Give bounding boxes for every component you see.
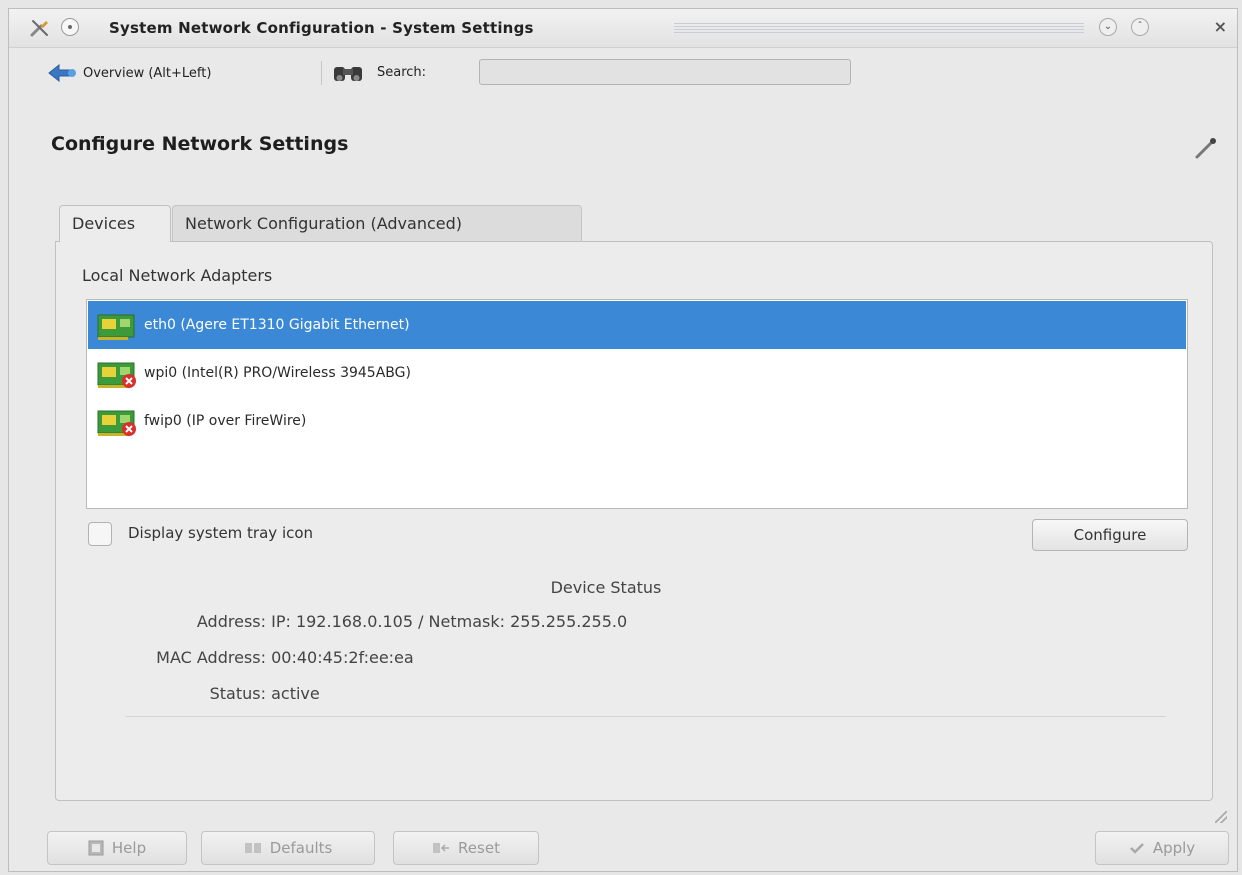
- status-label: Status:: [209, 684, 266, 703]
- help-button[interactable]: Help: [47, 831, 187, 865]
- overview-button[interactable]: Overview (Alt+Left): [47, 59, 211, 87]
- status-value: active: [271, 684, 320, 703]
- search-input[interactable]: [479, 59, 851, 85]
- address-value: IP: 192.168.0.105 / Netmask: 255.255.255…: [271, 612, 628, 631]
- system-settings-app-icon[interactable]: [29, 17, 51, 39]
- adapter-name: eth0 (Agere ET1310 Gigabit Ethernet): [144, 317, 410, 333]
- reset-icon: [433, 843, 450, 853]
- reset-button[interactable]: Reset: [393, 831, 539, 865]
- system-tray-icon-checkbox[interactable]: [88, 522, 112, 546]
- adapter-row-eth0[interactable]: eth0 (Agere ET1310 Gigabit Ethernet): [88, 301, 1186, 349]
- toolbar: Overview (Alt+Left) Search:: [9, 49, 1237, 97]
- tab-network-configuration-advanced[interactable]: Network Configuration (Advanced): [172, 205, 582, 241]
- address-row: Address: IP: 192.168.0.105 / Netmask: 25…: [56, 612, 627, 631]
- title-bar[interactable]: System Network Configuration - System Se…: [9, 9, 1237, 48]
- device-status-title: Device Status: [550, 578, 662, 597]
- address-label: Address:: [196, 612, 266, 631]
- network-card-icon: [97, 314, 135, 340]
- system-settings-window: System Network Configuration - System Se…: [8, 8, 1238, 872]
- status-row: Status: active: [56, 684, 320, 703]
- resize-grip-icon[interactable]: [1215, 811, 1227, 823]
- page-title: Configure Network Settings: [51, 133, 349, 155]
- mac-address-value: 00:40:45:2f:ee:ea: [271, 648, 414, 667]
- status-divider: [126, 716, 1166, 717]
- system-tray-icon-label[interactable]: Display system tray icon: [128, 524, 313, 542]
- adapter-row-fwip0[interactable]: fwip0 (IP over FireWire): [88, 397, 1186, 445]
- defaults-icon: [244, 843, 261, 853]
- mac-address-row: MAC Address: 00:40:45:2f:ee:ea: [56, 648, 414, 667]
- overview-label: Overview (Alt+Left): [83, 65, 212, 81]
- adapter-row-wpi0[interactable]: wpi0 (Intel(R) PRO/Wireless 3945ABG): [88, 349, 1186, 397]
- maximize-button[interactable]: ˆ: [1131, 18, 1149, 36]
- back-arrow-icon: [48, 63, 76, 83]
- help-label: Help: [111, 839, 147, 857]
- window-title: System Network Configuration - System Se…: [109, 19, 534, 37]
- adapter-name: fwip0 (IP over FireWire): [144, 413, 307, 429]
- defaults-button[interactable]: Defaults: [201, 831, 375, 865]
- reset-label: Reset: [458, 839, 500, 857]
- adapter-list[interactable]: eth0 (Agere ET1310 Gigabit Ethernet) wpi…: [86, 299, 1188, 509]
- minimize-button[interactable]: ⌄: [1099, 18, 1117, 36]
- help-icon: [88, 840, 104, 856]
- search-label: Search:: [377, 65, 427, 80]
- checkmark-icon: [1129, 843, 1144, 854]
- network-card-disconnected-icon: [97, 362, 136, 388]
- pin-icon[interactable]: [61, 18, 79, 36]
- apply-label: Apply: [1152, 839, 1196, 857]
- local-network-adapters-label: Local Network Adapters: [82, 266, 273, 285]
- tab-devices[interactable]: Devices: [59, 205, 171, 242]
- title-bar-decoration: [674, 23, 1084, 33]
- configure-button[interactable]: Configure: [1032, 519, 1188, 551]
- adapter-name: wpi0 (Intel(R) PRO/Wireless 3945ABG): [144, 365, 411, 381]
- configure-wrench-icon[interactable]: [1191, 133, 1221, 163]
- binoculars-icon: [334, 67, 362, 81]
- apply-button[interactable]: Apply: [1095, 831, 1229, 865]
- mac-address-label: MAC Address:: [156, 648, 266, 667]
- defaults-label: Defaults: [269, 839, 333, 857]
- close-icon[interactable]: ×: [1214, 17, 1227, 36]
- devices-panel: Local Network Adapters eth0 (Agere ET131…: [55, 241, 1213, 801]
- network-card-disconnected-icon: [97, 410, 136, 436]
- toolbar-separator: [321, 61, 322, 85]
